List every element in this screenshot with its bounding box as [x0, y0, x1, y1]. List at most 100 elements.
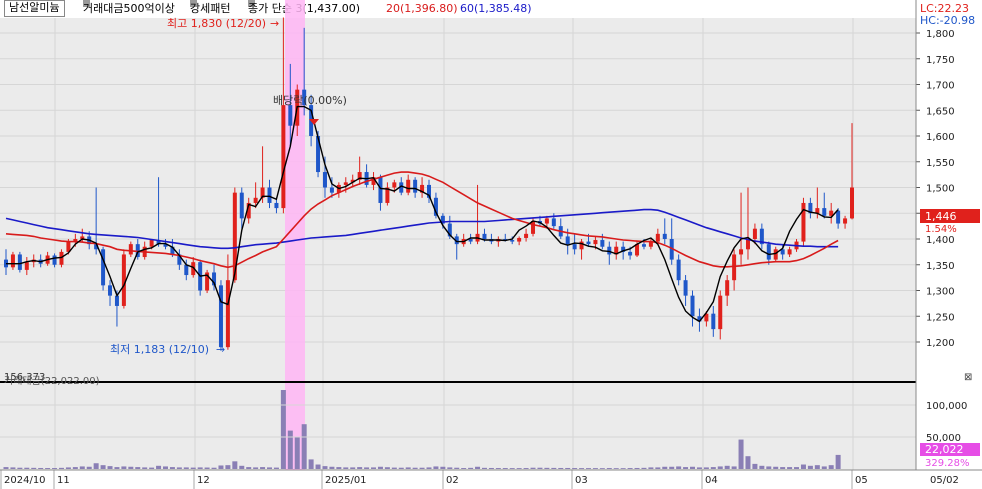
candle-body [288, 105, 293, 126]
volume-bar [738, 439, 744, 469]
volume-bar [724, 465, 730, 469]
volume-bar [121, 466, 127, 469]
candle-body [600, 240, 605, 247]
candle-body [752, 228, 757, 239]
candle-body [510, 240, 515, 242]
volume-bar [710, 467, 716, 469]
candle-body [343, 182, 348, 185]
candle-body [732, 254, 737, 281]
volume-bar [343, 467, 349, 469]
candle-body [850, 187, 854, 219]
volume-bar [731, 466, 737, 469]
volume-bar [592, 468, 598, 469]
candle-body [413, 179, 418, 193]
volume-bar [377, 466, 383, 469]
stock-chart-window: 남선알미늄 거래대금500억이상 강세패턴 종가 단순 3(1,437.00) … [0, 0, 982, 489]
chart-canvas[interactable]: 1,8001,7501,7001,6501,6001,5501,5001,450… [0, 0, 982, 489]
current-price-value: 1,446 [925, 210, 957, 223]
current-price-change: 1.54% [925, 224, 957, 235]
volume-bar [10, 467, 16, 469]
date-tick-label: 04 [705, 475, 718, 486]
volume-bar [329, 466, 335, 469]
candle-body [239, 192, 244, 219]
volume-bar [835, 454, 841, 469]
volume-bar [655, 467, 661, 469]
candle-body [218, 285, 223, 348]
volume-bar [267, 467, 273, 469]
date-tick-label: 03 [575, 475, 588, 486]
volume-bar [239, 465, 245, 469]
date-tick-label: 02 [446, 475, 459, 486]
volume-bar [648, 467, 654, 469]
volume-bar [585, 468, 591, 469]
candle-body [711, 313, 716, 330]
volume-bar [287, 430, 293, 469]
volume-bar [565, 467, 571, 469]
date-tick-label: 2025/01 [325, 475, 367, 486]
volume-bar [468, 467, 474, 469]
volume-bar [717, 466, 723, 469]
low-annotation: 최저 1,183 (12/10) [110, 343, 209, 356]
volume-bar [766, 466, 772, 469]
volume-bar [156, 465, 162, 469]
candle-body [676, 259, 681, 281]
price-tick-label: 1,250 [926, 312, 955, 323]
high-arrow-icon: → [270, 17, 279, 30]
volume-change: 329.28% [925, 458, 970, 469]
candle-body [524, 233, 529, 238]
date-tick-label: 05 [855, 475, 868, 486]
volume-bar [204, 467, 210, 469]
volume-bar [322, 466, 328, 469]
candle-body [114, 295, 119, 306]
candle-body [593, 240, 598, 245]
high-annotation: 최고 1,830 (12/20) [167, 17, 266, 30]
volume-bar [662, 466, 668, 469]
candle-body [149, 240, 154, 247]
volume-bar [405, 467, 411, 469]
volume-bar [676, 466, 682, 469]
volume-bar [800, 464, 806, 469]
volume-bar [169, 467, 175, 469]
candle-body [544, 218, 549, 224]
candle-body [836, 210, 841, 224]
volume-tick-label: 100,000 [926, 401, 967, 412]
volume-bar [572, 468, 578, 469]
volume-bar [183, 467, 189, 469]
volume-bar [294, 437, 300, 469]
volume-bar [371, 467, 377, 469]
candle-body [822, 208, 827, 216]
candle-body [329, 187, 334, 193]
price-tick-label: 1,400 [926, 235, 955, 246]
candle-body [662, 233, 667, 239]
price-tick-label: 1,500 [926, 184, 955, 195]
volume-bar [17, 467, 23, 469]
price-tick-label: 1,750 [926, 55, 955, 66]
volume-bar [537, 467, 543, 469]
candle-body [281, 105, 286, 209]
volume-bar [260, 467, 266, 469]
volume-bar [613, 468, 619, 469]
volume-bar [364, 467, 370, 469]
volume-bar [176, 467, 182, 469]
volume-bar [579, 468, 585, 469]
volume-bar [606, 468, 612, 469]
volume-bar [821, 466, 827, 469]
volume-bar [86, 466, 92, 469]
volume-bar [308, 459, 314, 469]
candle-body [253, 197, 258, 203]
candle-body [517, 237, 522, 242]
candle-body [718, 295, 723, 330]
volume-bar [634, 467, 640, 469]
panel-close-icon[interactable]: ⊠ [964, 372, 972, 383]
volume-bar [65, 467, 71, 469]
price-tick-label: 1,700 [926, 81, 955, 92]
volume-bar [197, 467, 203, 469]
volume-bar [24, 467, 30, 469]
volume-bar [412, 467, 418, 469]
volume-bar [38, 467, 44, 469]
candle-body [406, 179, 411, 193]
candle-body [586, 241, 591, 245]
volume-bar [253, 467, 259, 469]
price-tick-label: 1,600 [926, 132, 955, 143]
volume-bar [211, 467, 217, 469]
